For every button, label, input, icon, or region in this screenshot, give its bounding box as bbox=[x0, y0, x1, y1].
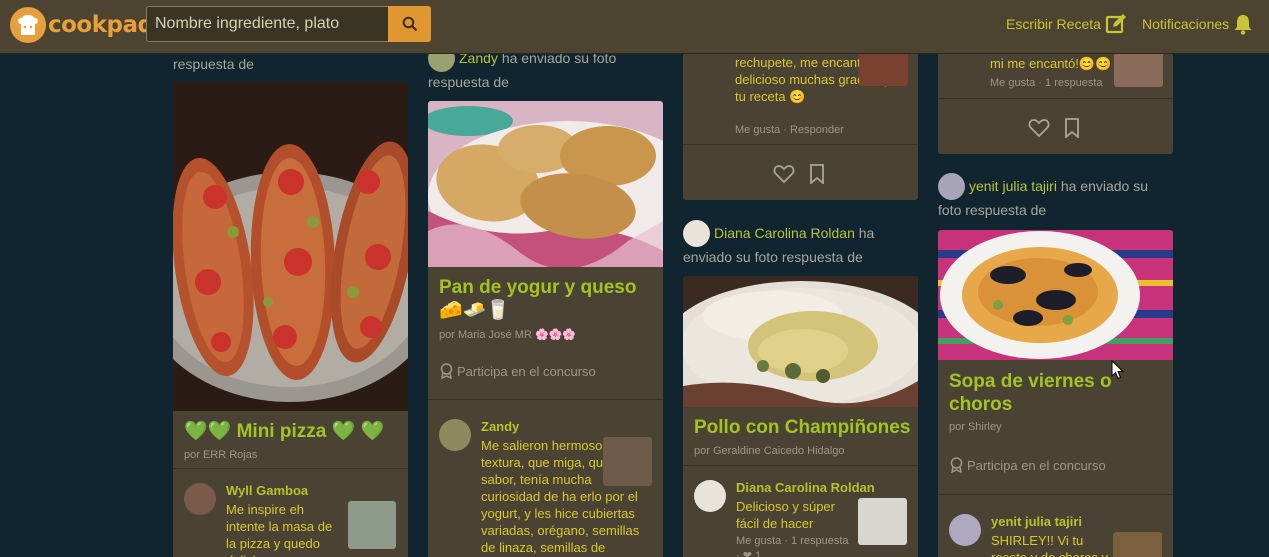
mouse-cursor-icon bbox=[1111, 360, 1125, 380]
activity-user[interactable]: yenit julia tajiri bbox=[969, 174, 1057, 199]
recipe-card[interactable]: 💚💚 Mini pizza 💚 💚 por ERR Rojas Wyll Gam… bbox=[173, 82, 408, 557]
comment-actions: Me gusta · 1 respuesta bbox=[736, 535, 849, 547]
divider bbox=[173, 468, 408, 469]
activity-text-tail: enviado su foto respuesta de bbox=[683, 249, 863, 265]
card-actions bbox=[773, 164, 825, 184]
search-input[interactable]: Nombre ingrediente, plato bbox=[146, 6, 389, 42]
logo[interactable]: cookpad bbox=[10, 7, 154, 43]
recipe-author[interactable]: por ERR Rojas bbox=[184, 449, 257, 461]
avatar[interactable] bbox=[938, 173, 965, 200]
comment-photo[interactable] bbox=[348, 501, 396, 549]
divider bbox=[938, 98, 1173, 99]
recipe-photo[interactable] bbox=[683, 276, 918, 407]
recipe-photo[interactable] bbox=[428, 101, 663, 267]
recipe-author[interactable]: por Shirley bbox=[949, 421, 1002, 433]
contest-label: Participa en el concurso bbox=[457, 363, 596, 379]
comment-text: SHIRLEY!! Vi tu receta y de choros y bbox=[991, 533, 1108, 557]
recipe-author[interactable]: por Geraldine Caicedo Hidalgo bbox=[694, 445, 844, 457]
like-count: · ❤ 1 bbox=[736, 549, 761, 557]
reply-link[interactable]: Responder bbox=[790, 124, 844, 136]
like-link[interactable]: Me gusta bbox=[736, 535, 781, 547]
heart-icon[interactable] bbox=[773, 164, 795, 184]
top-bar: cookpad Nombre ingrediente, plato Escrib… bbox=[0, 0, 1269, 54]
contest-label: Participa en el concurso bbox=[967, 457, 1106, 473]
bell-icon bbox=[1234, 15, 1252, 35]
recipe-title[interactable]: Sopa de viernes o choros bbox=[949, 370, 1124, 416]
activity-text-tail: foto respuesta de bbox=[938, 202, 1047, 218]
notifications-label: Notificaciones bbox=[1142, 16, 1230, 32]
chef-hat-icon bbox=[10, 7, 46, 43]
avatar[interactable] bbox=[184, 483, 216, 515]
comment-actions: Me gusta · Responder bbox=[735, 124, 844, 136]
write-recipe-link[interactable]: Escribir Receta bbox=[1006, 13, 1127, 35]
avatar[interactable] bbox=[694, 480, 726, 512]
award-icon bbox=[440, 363, 453, 379]
divider bbox=[683, 144, 918, 145]
replies-link[interactable]: 1 respuesta bbox=[791, 535, 848, 547]
logo-text: cookpad bbox=[48, 12, 154, 38]
recipe-card[interactable]: Pollo con Champiñones por Geraldine Caic… bbox=[683, 276, 918, 557]
search-button[interactable] bbox=[388, 6, 431, 42]
comment-text: Me inspire eh intente la masa de la pizz… bbox=[226, 502, 333, 557]
comment-text: mi me encantó!😊😊 bbox=[990, 56, 1112, 71]
comment-text: Delicioso y súper fácil de hacer bbox=[736, 499, 835, 531]
comment-author[interactable]: yenit julia tajiri bbox=[991, 514, 1082, 529]
activity-text: ha enviado su bbox=[1060, 178, 1149, 194]
search-placeholder: Nombre ingrediente, plato bbox=[155, 15, 340, 32]
recipe-author[interactable]: por Maria José MR 🌸🌸🌸 bbox=[439, 328, 576, 341]
activity-header: yenit julia tajiri ha enviado su bbox=[938, 173, 1148, 200]
replies-link[interactable]: 1 respuesta bbox=[1045, 77, 1102, 89]
award-icon bbox=[950, 457, 963, 473]
bookmark-icon[interactable] bbox=[1064, 118, 1080, 138]
divider bbox=[683, 465, 918, 466]
activity-header: Diana Carolina Roldan ha bbox=[683, 220, 874, 247]
avatar[interactable] bbox=[683, 220, 710, 247]
recipe-card[interactable]: Pan de yogur y queso 🧀🧈🥛 por Maria José … bbox=[428, 101, 663, 557]
recipe-photo[interactable] bbox=[173, 82, 408, 411]
like-link[interactable]: Me gusta bbox=[990, 77, 1035, 89]
recipe-card[interactable]: Sopa de viernes o choros por Shirley Par… bbox=[938, 230, 1173, 557]
activity-text-tail: respuesta de bbox=[428, 74, 509, 90]
like-count-value: 1 bbox=[755, 550, 762, 557]
avatar[interactable] bbox=[439, 419, 471, 451]
recipe-title[interactable]: 💚💚 Mini pizza 💚 💚 bbox=[184, 420, 404, 443]
like-link[interactable]: Me gusta bbox=[735, 124, 780, 136]
divider bbox=[938, 494, 1173, 495]
contest-badge[interactable]: Participa en el concurso bbox=[949, 457, 1106, 473]
activity-text: ha bbox=[858, 225, 875, 241]
recipe-title[interactable]: Pan de yogur y queso 🧀🧈🥛 bbox=[439, 276, 659, 322]
contest-badge[interactable]: Participa en el concurso bbox=[439, 363, 596, 379]
comment-actions: Me gusta · 1 respuesta bbox=[990, 77, 1103, 89]
comment-photo[interactable] bbox=[603, 437, 652, 486]
search-icon bbox=[402, 16, 417, 32]
recipe-photo[interactable] bbox=[938, 230, 1173, 360]
write-recipe-label: Escribir Receta bbox=[1006, 16, 1101, 32]
comment-photo[interactable] bbox=[858, 498, 907, 545]
edit-icon bbox=[1105, 14, 1126, 34]
comment-author[interactable]: Diana Carolina Roldan bbox=[736, 480, 875, 495]
comment-author[interactable]: Zandy bbox=[481, 419, 519, 434]
divider bbox=[428, 399, 663, 400]
activity-user[interactable]: Diana Carolina Roldan bbox=[714, 221, 855, 246]
comments-card: mi me encantó!😊😊 Me gusta · 1 respuesta bbox=[938, 40, 1173, 154]
comment-photo[interactable] bbox=[1113, 532, 1162, 557]
avatar[interactable] bbox=[949, 514, 981, 546]
bookmark-icon[interactable] bbox=[809, 164, 825, 184]
recipe-title[interactable]: Pollo con Champiñones bbox=[694, 416, 914, 439]
comments-card: rechupete, me encanto delicioso muchas g… bbox=[683, 40, 918, 200]
comment-author[interactable]: Wyll Gamboa bbox=[226, 483, 308, 498]
heart-icon[interactable] bbox=[1028, 118, 1050, 138]
notifications-link[interactable]: Notificaciones bbox=[1142, 13, 1253, 35]
card-actions bbox=[1028, 118, 1080, 138]
activity-text: respuesta de bbox=[173, 56, 254, 72]
